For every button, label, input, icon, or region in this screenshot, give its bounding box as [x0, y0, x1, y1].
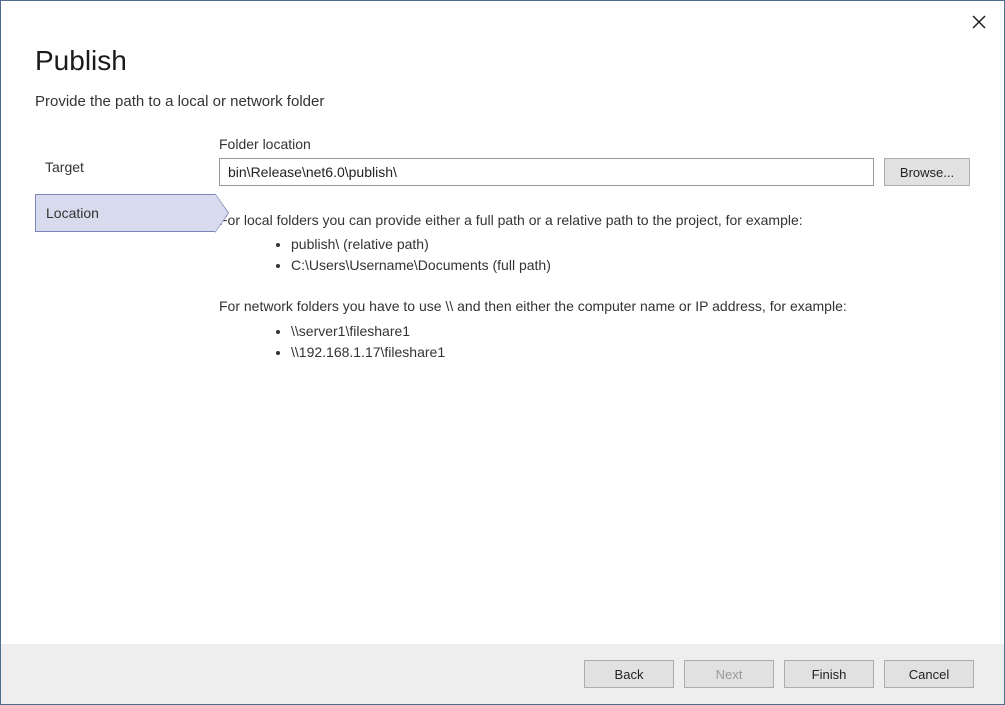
dialog-header: Publish Provide the path to a local or n…: [1, 1, 1004, 110]
next-button: Next: [684, 660, 774, 688]
help-network-example: \\192.168.1.17\fileshare1: [291, 342, 970, 363]
help-local-example: C:\Users\Username\Documents (full path): [291, 255, 970, 276]
help-local-intro: For local folders you can provide either…: [219, 210, 970, 230]
step-label: Location: [46, 205, 99, 221]
finish-button[interactable]: Finish: [784, 660, 874, 688]
step-label: Target: [45, 159, 84, 175]
step-target[interactable]: Target: [35, 148, 215, 186]
close-icon[interactable]: [972, 15, 986, 29]
folder-location-label: Folder location: [219, 136, 970, 152]
back-button[interactable]: Back: [584, 660, 674, 688]
step-location[interactable]: Location: [35, 194, 215, 232]
help-text: For local folders you can provide either…: [219, 210, 970, 363]
folder-location-input[interactable]: [219, 158, 874, 186]
page-subtitle: Provide the path to a local or network f…: [35, 93, 970, 110]
dialog-footer: Back Next Finish Cancel: [1, 644, 1004, 704]
wizard-content: Folder location Browse... For local fold…: [215, 136, 970, 383]
wizard-steps: Target Location: [35, 136, 215, 383]
help-network-intro: For network folders you have to use \\ a…: [219, 296, 970, 316]
cancel-button[interactable]: Cancel: [884, 660, 974, 688]
help-network-example: \\server1\fileshare1: [291, 321, 970, 342]
help-local-example: publish\ (relative path): [291, 234, 970, 255]
browse-button[interactable]: Browse...: [884, 158, 970, 186]
page-title: Publish: [35, 45, 970, 77]
